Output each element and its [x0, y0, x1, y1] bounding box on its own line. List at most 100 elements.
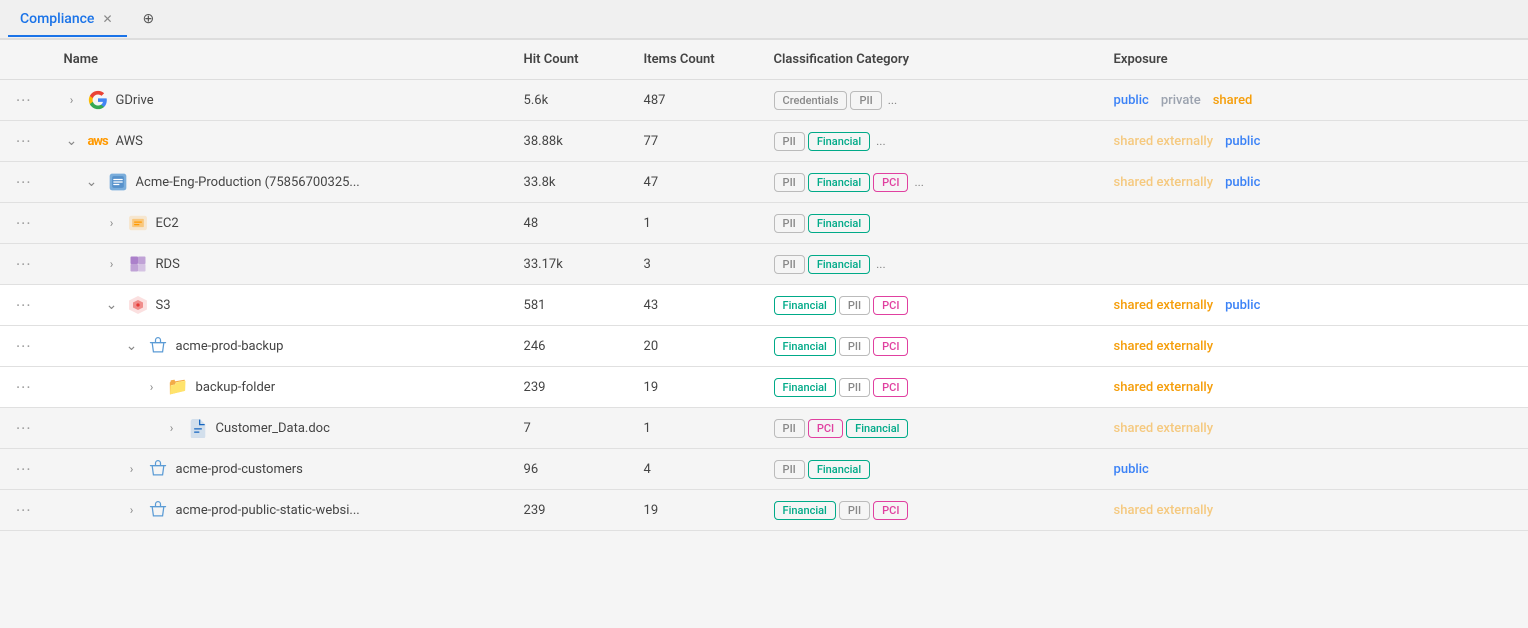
collapse-icon[interactable]: ⌄ [84, 174, 100, 190]
row-name: backup-folder [196, 380, 276, 395]
name-cell: › acme-prod-customers [48, 449, 508, 490]
classification-cell: FinancialPIIPCI [758, 367, 1098, 408]
items-count-cell: 47 [628, 162, 758, 203]
exposure-cell: shared externally [1098, 490, 1528, 531]
row-icon [88, 90, 108, 110]
dots-menu[interactable]: ··· [16, 296, 32, 315]
badge-financial: Financial [808, 173, 870, 192]
row-name: RDS [156, 257, 180, 272]
table-row: ··· ⌄ aws AWS 38.88k 77 PIIFinancial ...… [0, 121, 1528, 162]
exposure-shared: shared [1213, 93, 1253, 108]
badge-pii: PII [774, 214, 805, 233]
exposure-public: public [1225, 175, 1260, 190]
badge-financial: Financial [808, 255, 870, 274]
row-icon [148, 500, 168, 520]
expand-icon[interactable]: › [124, 462, 140, 476]
add-tab-icon: ⊕ [143, 11, 155, 27]
expand-icon[interactable]: › [144, 380, 160, 394]
tab-close-icon[interactable]: ✕ [100, 12, 114, 26]
col-exposure: Exposure [1098, 40, 1528, 80]
dots-menu-cell: ··· [0, 162, 48, 203]
col-name: Name [48, 40, 508, 80]
expand-icon[interactable]: › [64, 93, 80, 107]
exposure-public: public [1114, 93, 1149, 108]
tab-compliance[interactable]: Compliance ✕ [8, 3, 127, 37]
exposure-shared-externally: shared externally [1114, 134, 1214, 149]
expand-icon[interactable]: › [104, 257, 120, 271]
badge-pii: PII [839, 337, 870, 356]
dots-menu[interactable]: ··· [16, 132, 32, 151]
expand-icon[interactable]: › [104, 216, 120, 230]
expand-icon[interactable]: › [124, 503, 140, 517]
tab-add[interactable]: ⊕ [131, 3, 167, 37]
badge-pii: PII [774, 460, 805, 479]
row-icon [128, 213, 148, 233]
exposure-public: public [1114, 462, 1149, 477]
tab-bar: Compliance ✕ ⊕ [0, 0, 1528, 40]
exposure-shared-externally: shared externally [1114, 339, 1214, 354]
badge-pii: PII [774, 132, 805, 151]
badge-pii: PII [839, 501, 870, 520]
col-dots [0, 40, 48, 80]
name-cell: ⌄ acme-prod-backup [48, 326, 508, 367]
collapse-icon[interactable]: ⌄ [104, 297, 120, 313]
badge-pii: PII [774, 419, 805, 438]
items-count-cell: 19 [628, 367, 758, 408]
exposure-public: public [1225, 134, 1260, 149]
dots-menu[interactable]: ··· [16, 214, 32, 233]
hit-count-cell: 33.8k [508, 162, 628, 203]
row-icon [128, 295, 148, 315]
exposure-private: private [1161, 93, 1201, 108]
badge-pci: PCI [873, 296, 908, 315]
classification-cell: FinancialPIIPCI [758, 285, 1098, 326]
row-name: EC2 [156, 216, 179, 231]
dots-menu[interactable]: ··· [16, 173, 32, 192]
row-icon [188, 418, 208, 438]
dots-menu[interactable]: ··· [16, 460, 32, 479]
expand-icon[interactable]: › [164, 421, 180, 435]
exposure-public: public [1225, 298, 1260, 313]
classification-cell: PIIFinancialPCI ... [758, 162, 1098, 203]
collapse-icon[interactable]: ⌄ [64, 133, 80, 149]
badge-financial: Financial [774, 296, 836, 315]
exposure-cell: shared externally [1098, 326, 1528, 367]
dots-menu-cell: ··· [0, 490, 48, 531]
row-icon [148, 336, 168, 356]
classification-cell: FinancialPIIPCI [758, 490, 1098, 531]
name-cell: › 📁 backup-folder [48, 367, 508, 408]
classification-cell: PIIFinancial ... [758, 244, 1098, 285]
collapse-icon[interactable]: ⌄ [124, 338, 140, 354]
dots-menu[interactable]: ··· [16, 378, 32, 397]
badge-pii: PII [850, 91, 881, 110]
dots-menu[interactable]: ··· [16, 337, 32, 356]
badge-financial: Financial [808, 132, 870, 151]
badge-pii: PII [774, 173, 805, 192]
dots-menu-cell: ··· [0, 80, 48, 121]
col-hit-count: Hit Count [508, 40, 628, 80]
badge-pii: PII [839, 296, 870, 315]
dots-menu[interactable]: ··· [16, 91, 32, 110]
row-name: acme-prod-public-static-websi... [176, 503, 360, 518]
items-count-cell: 20 [628, 326, 758, 367]
hit-count-cell: 38.88k [508, 121, 628, 162]
row-icon [148, 459, 168, 479]
dots-menu[interactable]: ··· [16, 419, 32, 438]
table-row: ··· › acme-prod-customers 96 4 PIIFinanc… [0, 449, 1528, 490]
tab-compliance-label: Compliance [20, 11, 94, 27]
items-count-cell: 1 [628, 203, 758, 244]
row-name: AWS [116, 134, 143, 149]
table-container: Name Hit Count Items Count Classificatio… [0, 40, 1528, 628]
exposure-shared-externally: shared externally [1114, 298, 1214, 313]
dots-menu-cell: ··· [0, 121, 48, 162]
items-count-cell: 43 [628, 285, 758, 326]
dots-menu-cell: ··· [0, 449, 48, 490]
badge-more: ... [911, 175, 923, 189]
dots-menu[interactable]: ··· [16, 255, 32, 274]
exposure-cell: shared externallypublic [1098, 162, 1528, 203]
dots-menu[interactable]: ··· [16, 501, 32, 520]
items-count-cell: 77 [628, 121, 758, 162]
dots-menu-cell: ··· [0, 367, 48, 408]
exposure-cell: shared externally public [1098, 285, 1528, 326]
row-icon: 📁 [168, 377, 188, 397]
name-cell: › GDrive [48, 80, 508, 121]
